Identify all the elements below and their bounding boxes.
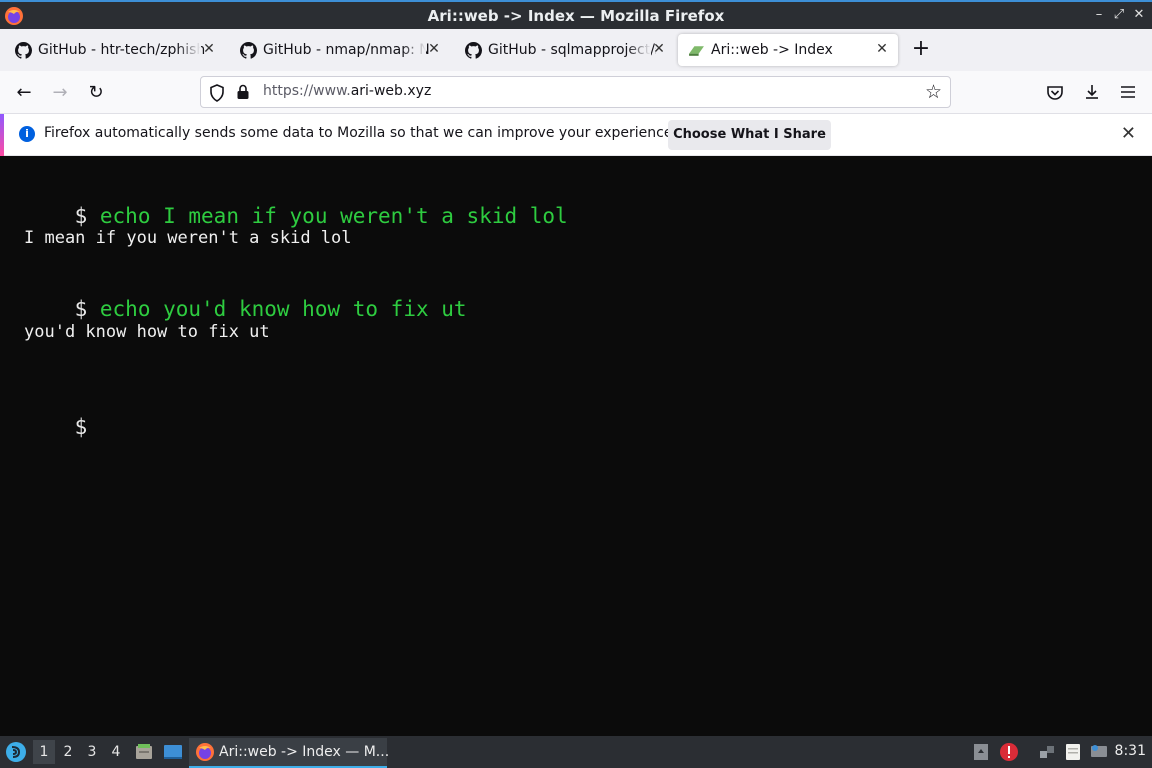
prompt-symbol: $	[74, 204, 88, 228]
github-icon	[465, 41, 482, 59]
github-icon	[240, 41, 257, 59]
pocket-icon[interactable]	[1046, 84, 1064, 102]
command-text: echo I mean if you weren't a skid lol	[99, 204, 568, 228]
prompt-symbol: $	[74, 415, 88, 439]
firefox-icon	[196, 743, 214, 761]
workspace-3[interactable]: 3	[81, 740, 103, 764]
tab-close-icon[interactable]: ✕	[874, 41, 890, 57]
choose-what-i-share-button[interactable]: Choose What I Share	[668, 120, 831, 150]
alert-tray-icon[interactable]	[999, 742, 1019, 762]
url-prefix: https://www.	[263, 83, 351, 99]
url-text[interactable]: https://www.ari-web.xyz	[263, 83, 431, 99]
display-tray-icon[interactable]	[1089, 742, 1109, 762]
close-window-button[interactable]: ✕	[1130, 6, 1148, 24]
notes-tray-icon[interactable]	[1063, 742, 1083, 762]
shield-icon[interactable]	[209, 84, 225, 102]
tab-close-icon[interactable]: ✕	[201, 41, 217, 57]
desktop-icon[interactable]	[163, 742, 183, 762]
tab-zphisher[interactable]: GitHub - htr-tech/zphisher ✕	[5, 34, 225, 66]
start-menu-icon[interactable]	[5, 741, 27, 763]
forward-button[interactable]: →	[47, 80, 73, 106]
terminal-output-line: I mean if you weren't a skid lol	[24, 228, 352, 248]
site-favicon-icon	[689, 45, 704, 56]
data-collection-notification: i Firefox automatically sends some data …	[0, 114, 1152, 156]
terminal-input-line[interactable]: $	[24, 391, 100, 463]
tab-close-icon[interactable]: ✕	[651, 41, 667, 57]
taskbar-window-label: Ari::web -> Index — M...	[219, 744, 390, 760]
file-manager-icon[interactable]	[134, 742, 154, 762]
minimize-button[interactable]: –	[1090, 6, 1108, 24]
back-button[interactable]: ←	[11, 80, 37, 106]
menu-hamburger-icon[interactable]	[1119, 84, 1137, 100]
tab-strip: GitHub - htr-tech/zphisher ✕ GitHub - nm…	[0, 29, 1152, 71]
lock-icon[interactable]	[236, 84, 250, 100]
tab-ari-web[interactable]: Ari::web -> Index ✕	[678, 34, 898, 66]
workspace-2[interactable]: 2	[57, 740, 79, 764]
network-tray-icon[interactable]	[1037, 742, 1057, 762]
url-bar[interactable]: https://www.ari-web.xyz ☆	[200, 76, 951, 108]
prompt-symbol: $	[74, 297, 88, 321]
tab-nmap[interactable]: GitHub - nmap/nmap: Nmap ✕	[230, 34, 450, 66]
new-tab-button[interactable]: +	[908, 37, 934, 63]
bookmark-star-icon[interactable]: ☆	[925, 81, 942, 103]
clock[interactable]: 8:31	[1115, 743, 1146, 759]
tab-sqlmap[interactable]: GitHub - sqlmapproject/sqlmap ✕	[455, 34, 675, 66]
github-icon	[15, 41, 32, 59]
notification-message: Firefox automatically sends some data to…	[44, 125, 677, 141]
clipboard-tray-icon[interactable]	[971, 742, 991, 762]
workspace-4[interactable]: 4	[105, 740, 127, 764]
navigation-toolbar: ← → ↻ https://www.ari-web.xyz ☆	[0, 71, 1152, 114]
terminal-page[interactable]: $ echo I mean if you weren't a skid lol …	[0, 156, 1152, 736]
tab-close-icon[interactable]: ✕	[426, 41, 442, 57]
download-icon[interactable]	[1083, 83, 1101, 101]
maximize-button[interactable]: ⤢	[1110, 6, 1128, 24]
window-titlebar: Ari::web -> Index — Mozilla Firefox – ⤢ …	[0, 0, 1152, 29]
taskbar-window-firefox[interactable]: Ari::web -> Index — M...	[189, 738, 390, 768]
close-notification-icon[interactable]: ✕	[1121, 123, 1136, 144]
url-host: ari-web.xyz	[350, 83, 432, 99]
command-text: echo you'd know how to fix ut	[99, 297, 467, 321]
reload-button[interactable]: ↻	[83, 80, 109, 106]
window-title: Ari::web -> Index — Mozilla Firefox	[427, 7, 725, 25]
workspace-1[interactable]: 1	[33, 740, 55, 764]
info-icon: i	[19, 126, 35, 142]
taskbar: 1 2 3 4 Ari::web -> Index — M... 8:31	[0, 736, 1152, 768]
terminal-output-line: you'd know how to fix ut	[24, 322, 270, 342]
tab-label: Ari::web -> Index	[711, 42, 833, 58]
